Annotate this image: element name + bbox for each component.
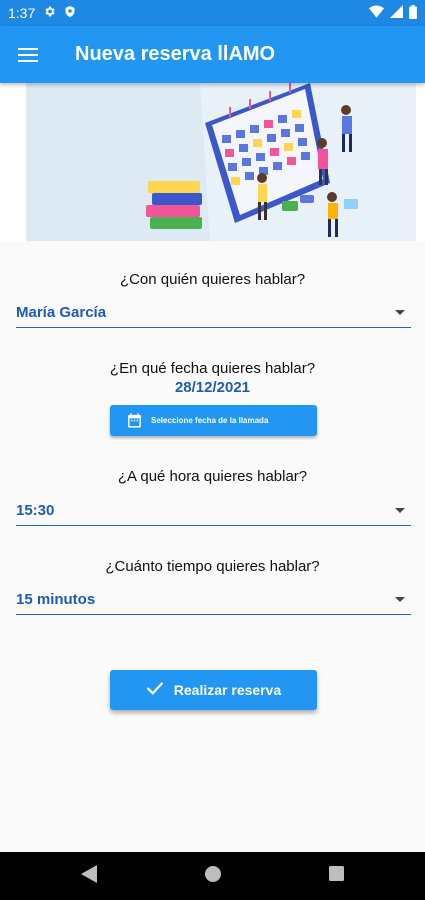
select-date-label: Seleccione fecha de la llamada (151, 416, 269, 425)
dropdown-arrow-icon (395, 508, 405, 513)
duration-question: ¿Cuánto tiempo quieres hablar? (105, 558, 320, 575)
wifi-icon (369, 5, 384, 21)
status-time: 1:37 (8, 5, 36, 21)
home-icon (204, 865, 221, 887)
page-title: Nueva reserva llAMO (75, 43, 276, 65)
hamburger-menu-icon (18, 47, 38, 62)
gear-icon (43, 5, 56, 21)
dropdown-arrow-icon (395, 597, 405, 602)
check-icon (146, 681, 164, 700)
person-dropdown[interactable]: María García (16, 298, 411, 328)
back-button[interactable] (27, 864, 151, 888)
dropdown-arrow-icon (395, 310, 405, 315)
calendar-illustration (0, 83, 425, 241)
status-bar: 1:37 (0, 0, 425, 26)
recents-icon (329, 866, 344, 886)
app-bar: Nueva reserva llAMO (0, 26, 425, 83)
select-date-button[interactable]: Seleccione fecha de la llamada (110, 405, 317, 436)
recents-button[interactable] (275, 866, 399, 886)
time-value: 15:30 (16, 502, 55, 519)
date-value: 28/12/2021 (174, 379, 251, 396)
system-nav-bar (0, 852, 425, 900)
submit-reservation-button[interactable]: Realizar reserva (110, 670, 317, 710)
home-button[interactable] (151, 865, 275, 887)
person-question: ¿Con quién quieres hablar? (119, 271, 306, 288)
time-dropdown[interactable]: 15:30 (16, 496, 411, 526)
signal-icon (390, 5, 403, 21)
shield-icon (64, 5, 76, 21)
duration-dropdown[interactable]: 15 minutos (16, 585, 411, 615)
back-icon (80, 864, 97, 888)
submit-reservation-label: Realizar reserva (173, 682, 282, 698)
person-value: María García (16, 304, 107, 321)
date-question: ¿En qué fecha quieres hablar? (109, 360, 316, 377)
time-question: ¿A qué hora quieres hablar? (117, 468, 308, 485)
menu-button[interactable] (0, 26, 56, 83)
duration-value: 15 minutos (16, 591, 96, 608)
calendar-icon (126, 412, 143, 429)
battery-icon (409, 4, 417, 22)
